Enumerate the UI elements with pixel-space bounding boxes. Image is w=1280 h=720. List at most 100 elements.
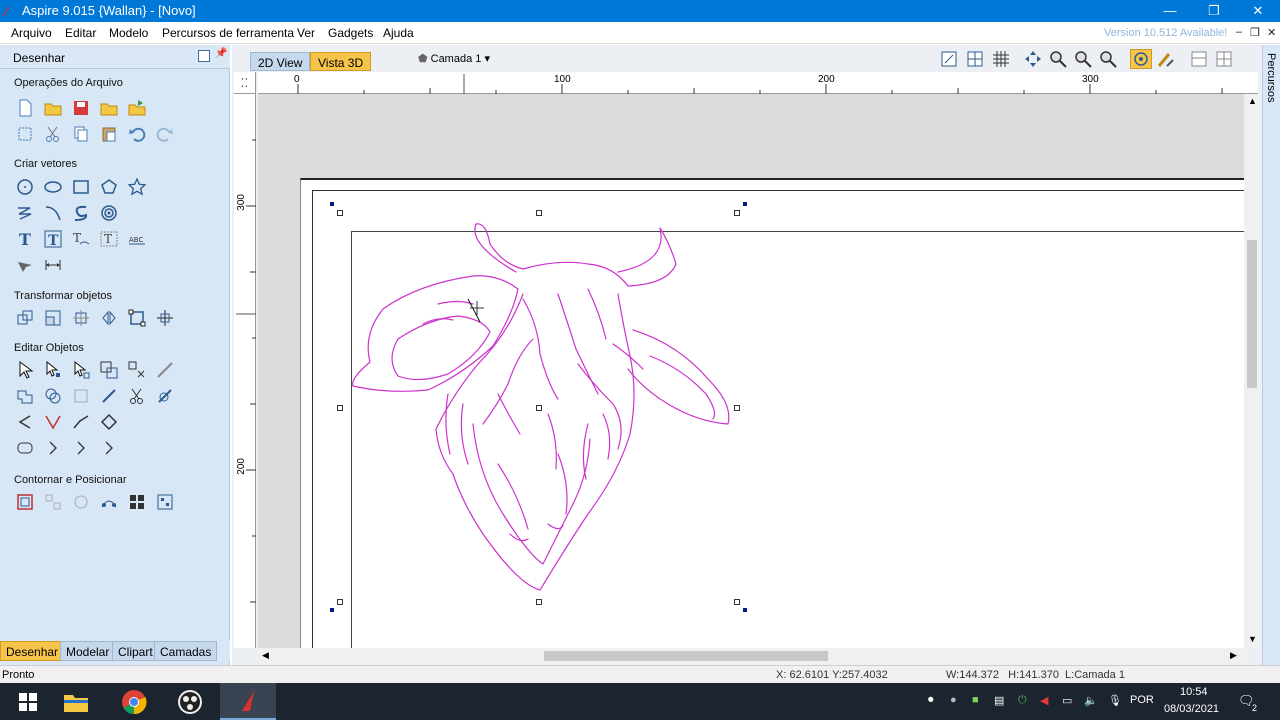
array-copy-icon[interactable] xyxy=(42,491,64,513)
tab-desenhar[interactable]: Desenhar xyxy=(0,641,65,661)
vertical-scrollbar[interactable]: ▲ ▼ xyxy=(1244,94,1260,648)
handle-top-mid[interactable] xyxy=(536,210,542,216)
menu-ver[interactable]: Ver xyxy=(297,26,315,40)
copy-icon[interactable] xyxy=(70,123,92,145)
handle-bottom-right[interactable] xyxy=(734,599,740,605)
menu-percursos[interactable]: Percursos de ferramenta xyxy=(162,26,294,40)
pan-icon[interactable] xyxy=(1022,49,1044,69)
tray-app-icon-4[interactable]: ⏻ xyxy=(1018,694,1027,707)
version-available-link[interactable]: Version 10.512 Available! xyxy=(1104,27,1227,39)
fit-to-page-icon[interactable] xyxy=(154,491,176,513)
draw-rectangle-icon[interactable] xyxy=(70,176,92,198)
text-tool-icon[interactable]: T xyxy=(14,228,36,250)
draw-circle-icon[interactable] xyxy=(14,176,36,198)
tab-2d-view[interactable]: 2D View xyxy=(250,52,311,71)
smooth-icon[interactable] xyxy=(70,411,92,433)
grid-icon[interactable] xyxy=(990,49,1012,69)
language-indicator[interactable]: POR xyxy=(1130,694,1154,706)
horizontal-scroll-thumb[interactable] xyxy=(544,651,828,661)
handle-bottom-left[interactable] xyxy=(337,599,343,605)
circular-copy-icon[interactable] xyxy=(70,491,92,513)
menu-modelo[interactable]: Modelo xyxy=(109,26,148,40)
rotate-handle-tl[interactable] xyxy=(330,202,334,206)
mirror-icon[interactable] xyxy=(98,307,120,329)
draw-arc-icon[interactable] xyxy=(42,202,64,224)
block-copy-icon[interactable] xyxy=(126,491,148,513)
move-icon[interactable] xyxy=(14,307,36,329)
handle-top-right[interactable] xyxy=(734,210,740,216)
chevron-icon-1[interactable] xyxy=(42,437,64,459)
layer-dropdown[interactable]: ⬟ Camada 1 ▾ xyxy=(418,52,490,65)
volume-icon[interactable]: 🔈 xyxy=(1084,694,1098,707)
redo-icon[interactable] xyxy=(154,123,176,145)
dimension-icon[interactable] xyxy=(42,254,64,276)
pin-icon[interactable]: 📌 xyxy=(215,48,227,59)
tab-clipart[interactable]: Clipart xyxy=(112,641,159,661)
view-toggle-icon-2[interactable] xyxy=(1213,49,1235,69)
rotate-handle-tr[interactable] xyxy=(743,202,747,206)
new-file-icon[interactable] xyxy=(14,97,36,119)
rotate-icon[interactable] xyxy=(70,307,92,329)
job-setup-icon[interactable] xyxy=(14,123,36,145)
copy-along-vectors-icon[interactable] xyxy=(98,491,120,513)
draw-spiral-icon[interactable] xyxy=(98,202,120,224)
tray-app-icon-1[interactable]: ● xyxy=(950,694,957,706)
drawing-tools-icon[interactable] xyxy=(1155,49,1177,69)
tray-app-icon-3[interactable]: ▤ xyxy=(994,694,1004,707)
autolayout-text-icon[interactable]: T xyxy=(42,228,64,250)
snap-icon[interactable] xyxy=(1130,49,1152,69)
scroll-up-icon[interactable]: ▲ xyxy=(1248,96,1257,106)
aspire-taskbar-icon[interactable] xyxy=(220,683,276,720)
draw-polyline-icon[interactable] xyxy=(14,202,36,224)
draw-ellipse-icon[interactable] xyxy=(42,176,64,198)
close-vectors-icon[interactable] xyxy=(14,437,36,459)
save-file-icon[interactable] xyxy=(70,97,92,119)
tray-app-icon-2[interactable]: ■ xyxy=(972,694,979,706)
handle-top-left[interactable] xyxy=(337,210,343,216)
cut-icon[interactable] xyxy=(42,123,64,145)
menu-editar[interactable]: Editar xyxy=(65,26,96,40)
join-icon[interactable] xyxy=(42,411,64,433)
tab-percursos[interactable]: Percursos xyxy=(1265,53,1277,103)
panel-float-icon[interactable] xyxy=(198,50,210,62)
menu-ajuda[interactable]: Ajuda xyxy=(383,26,414,40)
zoom-out-icon[interactable] xyxy=(1072,49,1094,69)
maximize-button[interactable]: ❐ xyxy=(1192,0,1236,22)
handle-bottom-mid[interactable] xyxy=(536,599,542,605)
clock-time[interactable]: 10:54 xyxy=(1180,686,1208,698)
tray-record-icon[interactable]: ⏺ xyxy=(928,694,934,707)
tray-app-icon-5[interactable]: ◀ xyxy=(1040,694,1048,707)
chrome-icon[interactable] xyxy=(106,683,162,720)
trim-icon[interactable] xyxy=(126,385,148,407)
network-icon[interactable]: ▭ xyxy=(1062,694,1072,707)
scale-icon[interactable] xyxy=(42,307,64,329)
chevron-icon-2[interactable] xyxy=(70,437,92,459)
vertical-scroll-thumb[interactable] xyxy=(1247,240,1257,388)
measure-icon[interactable] xyxy=(154,359,176,381)
bull-head-vector[interactable] xyxy=(258,94,1244,648)
menu-arquivo[interactable]: Arquivo xyxy=(11,26,52,40)
paste-icon[interactable] xyxy=(98,123,120,145)
nest-icon[interactable] xyxy=(14,491,36,513)
tab-modelar[interactable]: Modelar xyxy=(60,641,116,661)
scroll-down-icon[interactable]: ▼ xyxy=(1248,634,1257,644)
select-icon[interactable] xyxy=(14,359,36,381)
zoom-box-icon[interactable] xyxy=(1097,49,1119,69)
scroll-right-icon[interactable]: ▶ xyxy=(1230,650,1237,661)
intersect-icon[interactable] xyxy=(98,385,120,407)
handle-center[interactable] xyxy=(536,405,542,411)
zoom-in-icon[interactable] xyxy=(1047,49,1069,69)
view-toggle-icon-1[interactable] xyxy=(1188,49,1210,69)
rotate-handle-br[interactable] xyxy=(743,608,747,612)
undo-icon[interactable] xyxy=(126,123,148,145)
handle-mid-right[interactable] xyxy=(734,405,740,411)
node-select-icon[interactable] xyxy=(42,359,64,381)
draw-curve-icon[interactable] xyxy=(70,202,92,224)
chevron-icon-3[interactable] xyxy=(98,437,120,459)
ruler-origin-icon[interactable]: ⁚⁚ xyxy=(234,72,256,94)
clock-date[interactable]: 08/03/2021 xyxy=(1164,703,1219,715)
weld-icon[interactable] xyxy=(14,385,36,407)
extend-icon[interactable] xyxy=(14,411,36,433)
mdi-minimize-button[interactable]: – xyxy=(1236,26,1242,38)
obs-icon[interactable] xyxy=(162,683,218,720)
